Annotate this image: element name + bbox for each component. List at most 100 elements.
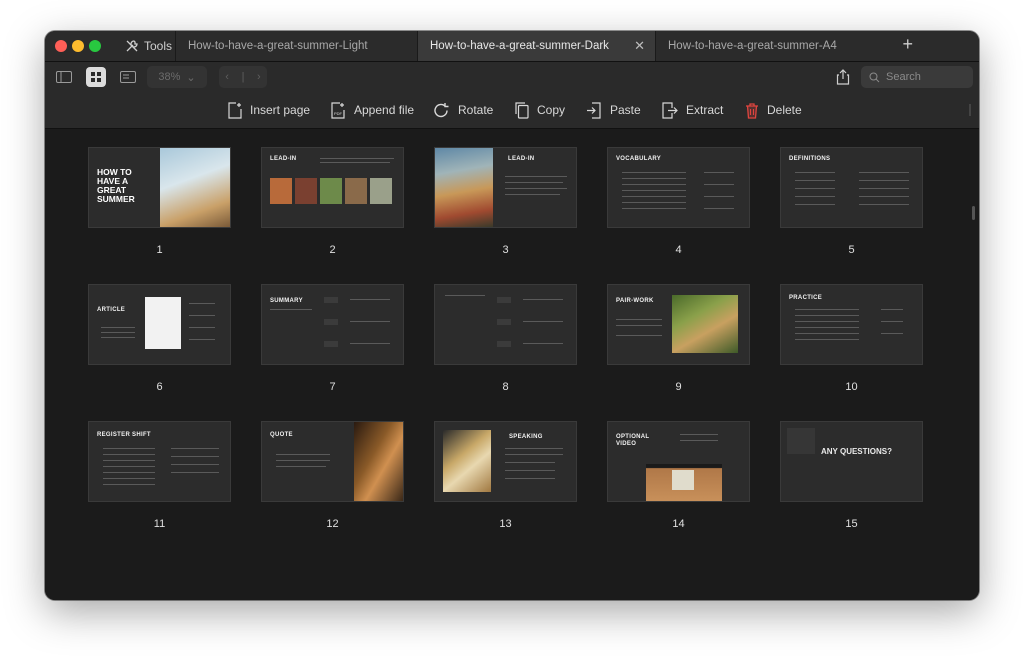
paste-button[interactable]: Paste [586, 92, 641, 128]
page-view-icon[interactable] [118, 67, 138, 87]
page-title: PRACTICE [789, 295, 823, 301]
page-number: 4 [675, 244, 682, 256]
pager-divider: | [241, 71, 245, 83]
page-thumbnail[interactable]: REGISTER SHIFT [89, 422, 230, 501]
maximize-window-button[interactable] [89, 40, 101, 52]
extract-label: Extract [686, 103, 724, 117]
tools-label: Tools [144, 39, 173, 53]
scrollbar-thumb[interactable] [972, 206, 975, 220]
rotate-icon [434, 102, 449, 117]
tab-light[interactable]: How-to-have-a-great-summer-Light [175, 31, 417, 61]
page-number: 1 [156, 244, 163, 256]
page-title: LEAD-IN [508, 156, 535, 162]
page-number: 9 [675, 381, 682, 393]
page-thumbnail[interactable]: VOCABULARY [608, 148, 749, 227]
previous-page-icon[interactable]: ‹ [225, 71, 229, 83]
page-number: 5 [848, 244, 855, 256]
page-thumbnail[interactable]: DEFINITIONS [781, 148, 922, 227]
search-placeholder: Search [886, 71, 921, 83]
tab-a4[interactable]: How-to-have-a-great-summer-A4 [655, 31, 893, 61]
page-title: SUMMARY [270, 298, 303, 304]
page-number: 13 [499, 518, 512, 530]
paste-label: Paste [610, 103, 641, 117]
rotate-button[interactable]: Rotate [433, 92, 493, 128]
insert-page-icon [228, 101, 242, 119]
tab-label: How-to-have-a-great-summer-Light [188, 40, 368, 52]
page-actions-toolbar: Insert page PDF Append file Rotate Copy … [45, 92, 979, 129]
zoom-value: 38% [158, 71, 181, 83]
rotate-label: Rotate [458, 103, 494, 117]
page-photo [354, 422, 403, 501]
insert-page-label: Insert page [250, 103, 311, 117]
search-input[interactable]: Search [861, 66, 973, 88]
next-page-icon[interactable]: › [257, 71, 261, 83]
page-photo [672, 295, 738, 353]
copy-button[interactable]: Copy [515, 92, 565, 128]
delete-label: Delete [767, 103, 802, 117]
share-icon[interactable] [833, 67, 853, 87]
page-thumbnail[interactable]: HOW TO HAVE A GREAT SUMMER [89, 148, 230, 227]
chevron-down-icon: ⌄ [186, 71, 196, 84]
tab-label: How-to-have-a-great-summer-A4 [668, 40, 837, 52]
extract-icon [662, 101, 678, 119]
page-number: 11 [153, 518, 166, 530]
insert-page-button[interactable]: Insert page [228, 92, 310, 128]
page-thumbnail[interactable] [435, 285, 576, 364]
page-thumbnail[interactable]: PAIR-WORK [608, 285, 749, 364]
copy-label: Copy [537, 103, 566, 117]
page-title: DEFINITIONS [789, 156, 831, 162]
page-number: 6 [156, 381, 163, 393]
copy-icon [515, 101, 529, 119]
app-window: Tools How-to-have-a-great-summer-Light H… [45, 31, 979, 600]
trash-icon [746, 102, 758, 119]
page-thumbnail[interactable]: LEAD-IN [435, 148, 576, 227]
page-number: 2 [329, 244, 336, 256]
page-thumbnail[interactable]: OPTIONAL VIDEO [608, 422, 749, 501]
page-thumbnail[interactable]: LEAD-IN [262, 148, 403, 227]
zoom-select[interactable]: 38% ⌄ [147, 66, 207, 88]
page-thumbnail-grid: HOW TO HAVE A GREAT SUMMER 1 LEAD-IN 2 L… [45, 129, 979, 600]
new-tab-button[interactable]: + [902, 34, 913, 55]
page-number: 14 [672, 518, 685, 530]
append-file-icon: PDF [331, 101, 345, 119]
toolbar-grip [969, 104, 971, 116]
minimize-window-button[interactable] [72, 40, 84, 52]
tab-dark[interactable]: How-to-have-a-great-summer-Dark ✕ [417, 31, 655, 61]
page-thumbnail[interactable]: PRACTICE [781, 285, 922, 364]
page-number: 15 [845, 518, 858, 530]
page-title: PAIR-WORK [616, 298, 654, 304]
page-title: OPTIONAL VIDEO [616, 434, 650, 447]
page-number: 3 [502, 244, 509, 256]
page-thumbnail[interactable]: ARTICLE [89, 285, 230, 364]
page-thumbnail[interactable]: SPEAKING [435, 422, 576, 501]
extract-button[interactable]: Extract [662, 92, 723, 128]
page-thumbnail[interactable]: SUMMARY [262, 285, 403, 364]
page-title: VOCABULARY [616, 156, 662, 162]
sidebar-toggle-icon[interactable] [54, 67, 74, 87]
delete-button[interactable]: Delete [745, 92, 802, 128]
page-title: REGISTER SHIFT [97, 432, 151, 438]
page-photo [435, 148, 493, 227]
page-number: 8 [502, 381, 509, 393]
tools-button[interactable]: Tools [125, 31, 172, 61]
tab-bar: Tools How-to-have-a-great-summer-Light H… [45, 31, 979, 62]
tab-label: How-to-have-a-great-summer-Dark [430, 40, 609, 52]
close-window-button[interactable] [55, 40, 67, 52]
page-title: ANY QUESTIONS? [821, 447, 892, 456]
view-toolbar: 38% ⌄ ‹ | › Search [45, 62, 979, 92]
grid-view-icon[interactable] [86, 67, 106, 87]
search-icon [869, 72, 880, 82]
append-file-button[interactable]: PDF Append file [331, 92, 414, 128]
page-thumbnail[interactable]: ANY QUESTIONS? [781, 422, 922, 501]
page-title: HOW TO HAVE A GREAT SUMMER [97, 167, 135, 204]
svg-text:PDF: PDF [334, 111, 343, 116]
tools-icon [126, 40, 138, 52]
page-number: 10 [845, 381, 858, 393]
close-tab-icon[interactable]: ✕ [634, 38, 645, 54]
page-title: ARTICLE [97, 307, 126, 313]
page-number: 7 [329, 381, 336, 393]
page-title: QUOTE [270, 432, 293, 438]
page-title: SPEAKING [509, 434, 543, 440]
page-navigator: ‹ | › [219, 66, 267, 88]
page-thumbnail[interactable]: QUOTE [262, 422, 403, 501]
